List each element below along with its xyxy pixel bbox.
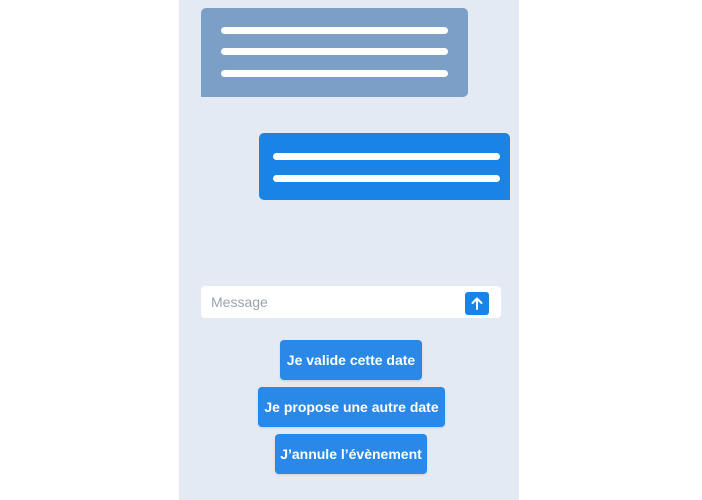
propose-other-date-button[interactable]: Je propose une autre date <box>258 387 445 427</box>
send-button[interactable] <box>465 292 489 315</box>
message-input[interactable] <box>211 286 461 318</box>
message-composer <box>201 286 501 318</box>
chat-panel: Je valide cette date Je propose une autr… <box>179 0 519 500</box>
validate-date-button[interactable]: Je valide cette date <box>280 340 422 380</box>
message-text-placeholder-line <box>221 48 448 55</box>
message-text-placeholder-line <box>273 153 500 160</box>
message-text-placeholder-line <box>221 27 448 34</box>
sent-message-bubble <box>259 133 510 200</box>
message-text-placeholder-line <box>273 175 500 182</box>
message-text-placeholder-line <box>221 70 448 77</box>
received-message-bubble <box>201 8 468 97</box>
arrow-up-icon <box>471 297 483 310</box>
cancel-event-button[interactable]: J’annule l’évènement <box>275 434 427 474</box>
